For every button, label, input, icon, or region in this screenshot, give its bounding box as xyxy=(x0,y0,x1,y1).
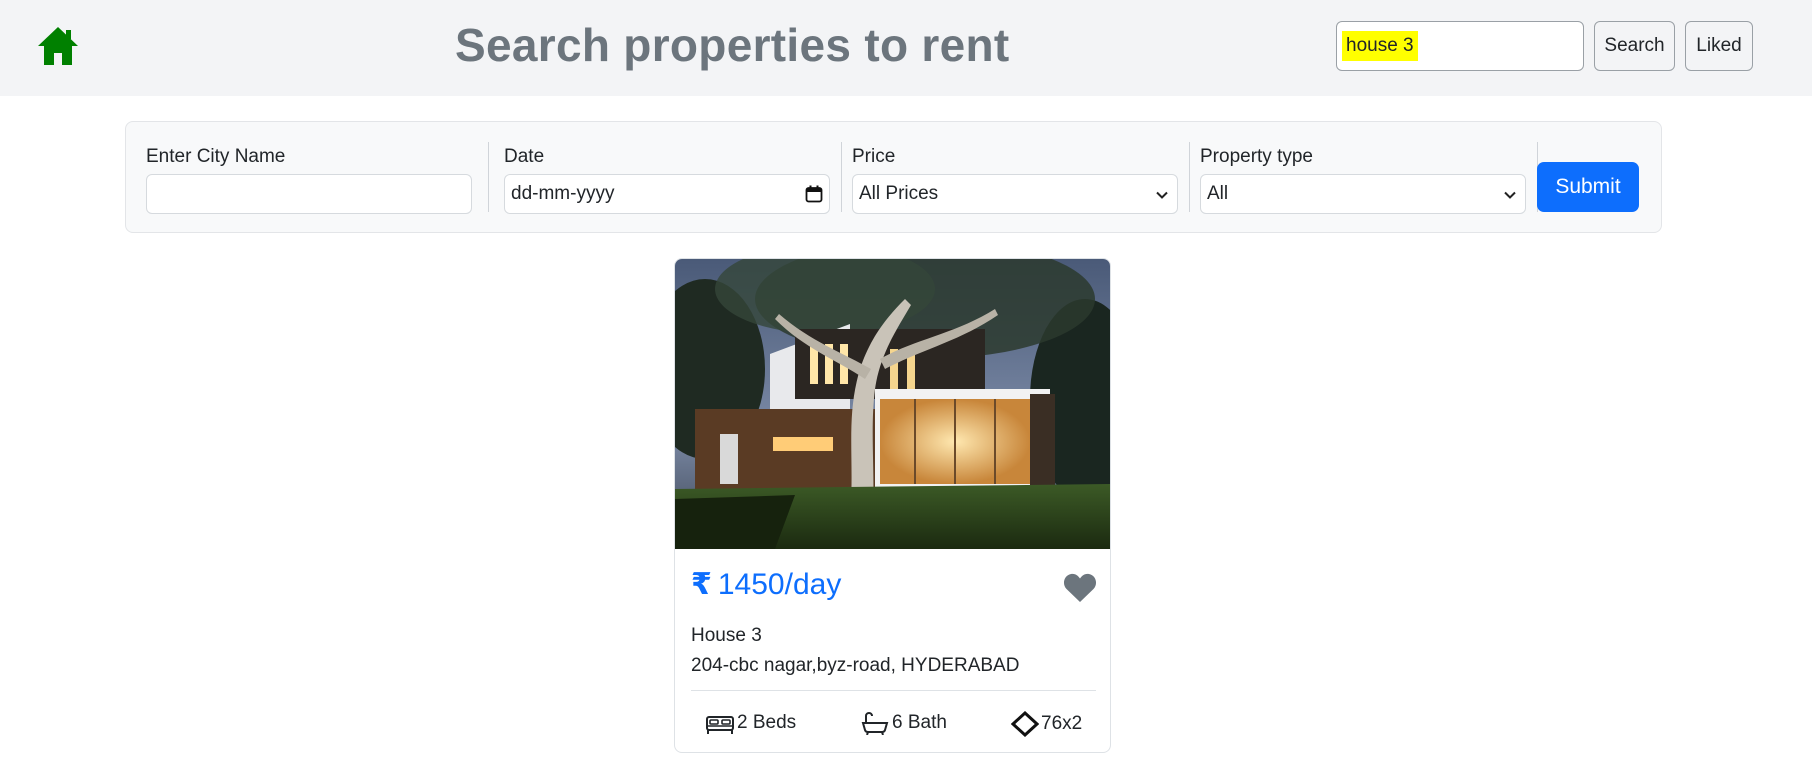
search-input-value: house 3 xyxy=(1346,35,1414,57)
date-label: Date xyxy=(504,146,545,167)
property-address: 204-cbc nagar,byz-road, HYDERABAD xyxy=(691,655,1020,676)
chevron-down-icon xyxy=(1504,191,1516,199)
property-type-filter: Property type All xyxy=(1190,142,1538,216)
home-icon[interactable] xyxy=(36,25,80,67)
price-selected-value: All Prices xyxy=(859,183,939,204)
property-type-label: Property type xyxy=(1200,146,1313,167)
city-filter: Enter City Name xyxy=(146,142,489,216)
property-type-select[interactable]: All xyxy=(1200,174,1526,214)
property-type-selected-value: All xyxy=(1207,183,1229,204)
submit-button[interactable]: Submit xyxy=(1537,162,1639,212)
beds-value: 2 Beds xyxy=(737,712,797,733)
rupee-icon: ₹ xyxy=(691,568,712,601)
top-header: Search properties to rent house 3 Search… xyxy=(0,0,1812,96)
search-input[interactable]: house 3 xyxy=(1336,21,1584,71)
city-input[interactable] xyxy=(146,174,472,214)
area-feature: 76x2 xyxy=(1011,711,1082,737)
calendar-icon[interactable] xyxy=(805,185,823,203)
bathtub-icon xyxy=(861,711,889,735)
bath-value: 6 Bath xyxy=(892,712,947,733)
date-filter: Date dd-mm-yyyy xyxy=(494,142,842,216)
property-image xyxy=(675,259,1110,549)
property-name: House 3 xyxy=(691,625,762,646)
heart-icon[interactable] xyxy=(1063,572,1097,604)
city-label: Enter City Name xyxy=(146,146,286,167)
date-input[interactable]: dd-mm-yyyy xyxy=(504,174,830,214)
price-label: ₹ 1450/day xyxy=(691,567,841,602)
filter-bar: Enter City Name Date dd-mm-yyyy Price Al… xyxy=(125,121,1662,233)
price-label: Price xyxy=(852,146,896,167)
page-title: Search properties to rent xyxy=(455,19,1010,71)
date-placeholder: dd-mm-yyyy xyxy=(511,183,615,204)
bed-icon xyxy=(706,716,734,734)
property-card[interactable]: ₹ 1450/day House 3 204-cbc nagar,byz-roa… xyxy=(674,258,1111,753)
liked-button[interactable]: Liked xyxy=(1685,21,1753,71)
search-button[interactable]: Search xyxy=(1594,21,1675,71)
price-value: 1450/day xyxy=(717,567,842,601)
price-select[interactable]: All Prices xyxy=(852,174,1178,214)
chevron-down-icon xyxy=(1156,191,1168,199)
bath-feature: 6 Bath xyxy=(860,711,947,735)
card-divider xyxy=(691,690,1096,691)
beds-feature: 2 Beds xyxy=(705,711,796,735)
filter-divider xyxy=(488,142,489,212)
price-filter: Price All Prices xyxy=(842,142,1190,216)
area-value: 76x2 xyxy=(1041,713,1083,734)
diamond-icon xyxy=(1011,711,1039,737)
